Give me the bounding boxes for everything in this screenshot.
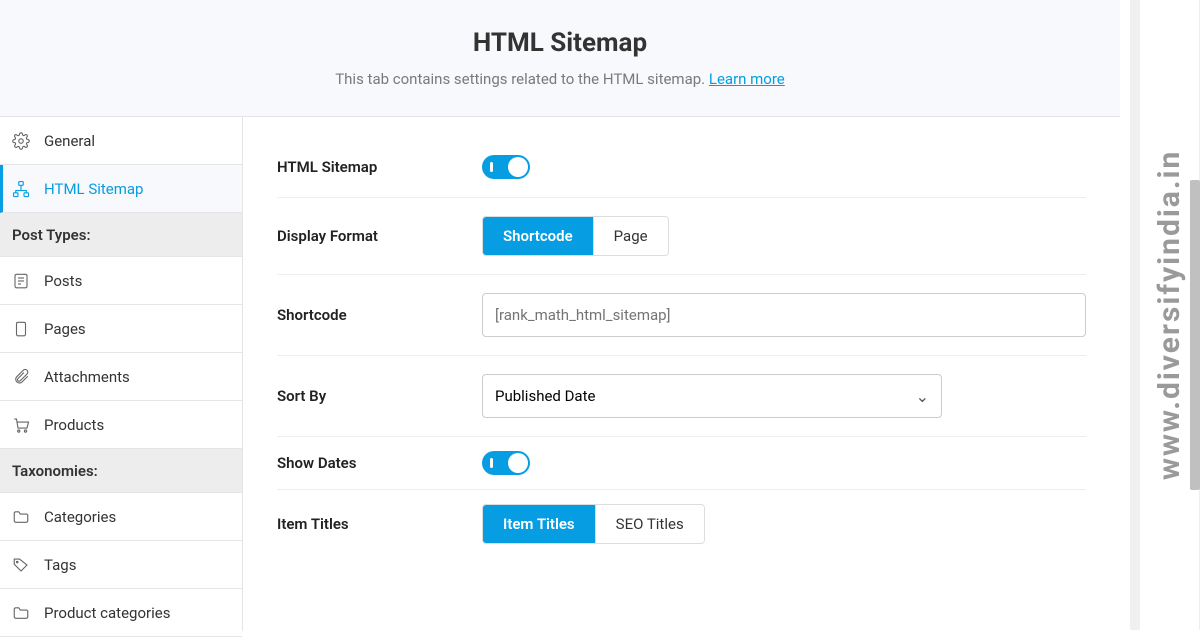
sort-by-label: Sort By xyxy=(277,387,482,405)
sidebar-item-label: Pages xyxy=(44,320,86,338)
sidebar-item-products[interactable]: Products xyxy=(0,401,242,449)
sidebar-item-general[interactable]: General xyxy=(0,117,242,165)
show-dates-label: Show Dates xyxy=(277,454,482,472)
display-format-segment: Shortcode Page xyxy=(482,216,669,256)
sidebar-heading-post-types: Post Types: xyxy=(0,213,242,257)
item-titles-label: Item Titles xyxy=(277,515,482,533)
sidebar-item-categories[interactable]: Categories xyxy=(0,493,242,541)
settings-form: HTML Sitemap Display Format Shortcode Pa… xyxy=(243,117,1120,631)
sidebar-item-label: Product categories xyxy=(44,604,170,622)
attachment-icon xyxy=(12,368,30,386)
sidebar-item-tags[interactable]: Tags xyxy=(0,541,242,589)
shortcode-label: Shortcode xyxy=(277,306,482,324)
sidebar-item-posts[interactable]: Posts xyxy=(0,257,242,305)
sidebar-item-label: HTML Sitemap xyxy=(44,180,144,198)
page-subtitle: This tab contains settings related to th… xyxy=(0,70,1120,88)
sidebar-item-label: Tags xyxy=(44,556,76,574)
tag-icon xyxy=(12,556,30,574)
sidebar-item-label: Products xyxy=(44,416,104,434)
sidebar-item-label: General xyxy=(44,132,95,150)
item-titles-option[interactable]: Item Titles xyxy=(483,505,596,543)
gear-icon xyxy=(12,132,30,150)
page-header: HTML Sitemap This tab contains settings … xyxy=(0,0,1120,117)
sidebar-item-label: Posts xyxy=(44,272,82,290)
html-sitemap-label: HTML Sitemap xyxy=(277,158,482,176)
sort-by-select[interactable]: Published Date ⌄ xyxy=(482,374,942,418)
scrollbar[interactable] xyxy=(1190,180,1200,490)
show-dates-toggle[interactable] xyxy=(482,451,530,475)
learn-more-link[interactable]: Learn more xyxy=(709,70,785,88)
post-icon xyxy=(12,272,30,290)
page-icon xyxy=(12,320,30,338)
sidebar: General HTML Sitemap Post Types: Posts P… xyxy=(0,117,243,631)
item-titles-segment: Item Titles SEO Titles xyxy=(482,504,705,544)
sidebar-item-attachments[interactable]: Attachments xyxy=(0,353,242,401)
sidebar-item-label: Categories xyxy=(44,508,116,526)
display-format-shortcode[interactable]: Shortcode xyxy=(483,217,594,255)
display-format-label: Display Format xyxy=(277,227,482,245)
seo-titles-option[interactable]: SEO Titles xyxy=(596,505,704,543)
html-sitemap-toggle[interactable] xyxy=(482,155,530,179)
sidebar-heading-taxonomies: Taxonomies: xyxy=(0,449,242,493)
sidebar-item-pages[interactable]: Pages xyxy=(0,305,242,353)
page-title: HTML Sitemap xyxy=(0,28,1120,58)
folder-icon xyxy=(12,508,30,526)
cart-icon xyxy=(12,416,30,434)
shortcode-input[interactable] xyxy=(482,293,1086,337)
sort-by-value: Published Date xyxy=(495,387,595,405)
display-format-page[interactable]: Page xyxy=(594,217,668,255)
folder-icon xyxy=(12,604,30,622)
chevron-down-icon: ⌄ xyxy=(916,387,929,406)
sidebar-item-html-sitemap[interactable]: HTML Sitemap xyxy=(0,165,242,213)
sidebar-item-label: Attachments xyxy=(44,368,130,386)
sitemap-icon xyxy=(12,180,30,198)
